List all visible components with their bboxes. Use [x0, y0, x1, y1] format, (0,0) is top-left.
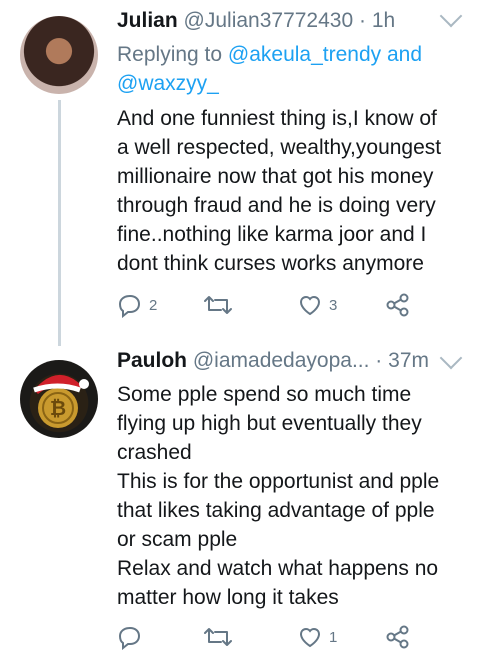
avatar[interactable]: ₿	[20, 360, 98, 438]
tweet-header: Julian @Julian37772430 · 1h	[117, 8, 395, 34]
avatar[interactable]	[20, 16, 98, 94]
user-handle[interactable]: @iamadedayopa...	[193, 349, 370, 372]
tweet-text: And one funniest thing is,I know of a we…	[117, 107, 442, 275]
tweet[interactable]: ₿ Pauloh @iamadedayopa... · 37m Some ppl…	[0, 338, 480, 650]
replying-to-label: Replying to	[117, 43, 223, 66]
tweet-header: Pauloh @iamadedayopa... · 37m	[117, 348, 429, 374]
reply-count: 2	[149, 296, 158, 314]
chevron-down-icon[interactable]	[439, 4, 463, 28]
retweet-button[interactable]	[203, 290, 239, 320]
heart-icon	[299, 628, 321, 648]
reply-button[interactable]	[117, 622, 149, 652]
timestamp[interactable]: 1h	[372, 9, 395, 32]
share-icon	[386, 293, 409, 317]
timestamp[interactable]: 37m	[388, 349, 429, 372]
retweet-icon	[204, 296, 232, 314]
svg-text:₿: ₿	[50, 398, 66, 420]
reply-button[interactable]: 2	[117, 290, 157, 320]
bitcoin-avatar-image: ₿	[33, 374, 89, 428]
mention-link[interactable]: @waxzyy_	[117, 72, 219, 95]
separator: ·	[359, 9, 366, 32]
like-button[interactable]: 3	[297, 290, 337, 320]
tweet-actions: 2 3	[117, 290, 457, 320]
like-count: 3	[329, 296, 338, 314]
thread-connector-line	[58, 100, 61, 346]
retweet-icon	[204, 628, 232, 646]
tweet-text: Some pple spend so much time flying up h…	[117, 383, 440, 609]
share-button[interactable]	[385, 290, 411, 320]
share-icon	[386, 625, 409, 649]
like-button[interactable]: 1	[297, 622, 337, 652]
mention-link[interactable]: @akeula_trendy	[228, 43, 381, 66]
replying-joiner: and	[387, 43, 423, 66]
tweet[interactable]: Julian @Julian37772430 · 1h Replying to …	[0, 0, 480, 346]
chevron-down-icon[interactable]	[439, 346, 463, 370]
reply-icon	[118, 294, 141, 318]
reply-icon	[118, 626, 141, 650]
heart-icon	[299, 296, 321, 316]
display-name[interactable]: Pauloh	[117, 349, 187, 372]
user-handle[interactable]: @Julian37772430	[184, 9, 354, 32]
tweet-actions: 1	[117, 622, 457, 652]
retweet-button[interactable]	[203, 622, 239, 652]
display-name[interactable]: Julian	[117, 9, 178, 32]
separator: ·	[375, 349, 383, 372]
share-button[interactable]	[385, 622, 411, 652]
replying-to: Replying to @akeula_trendy and @waxzyy_	[117, 40, 422, 98]
